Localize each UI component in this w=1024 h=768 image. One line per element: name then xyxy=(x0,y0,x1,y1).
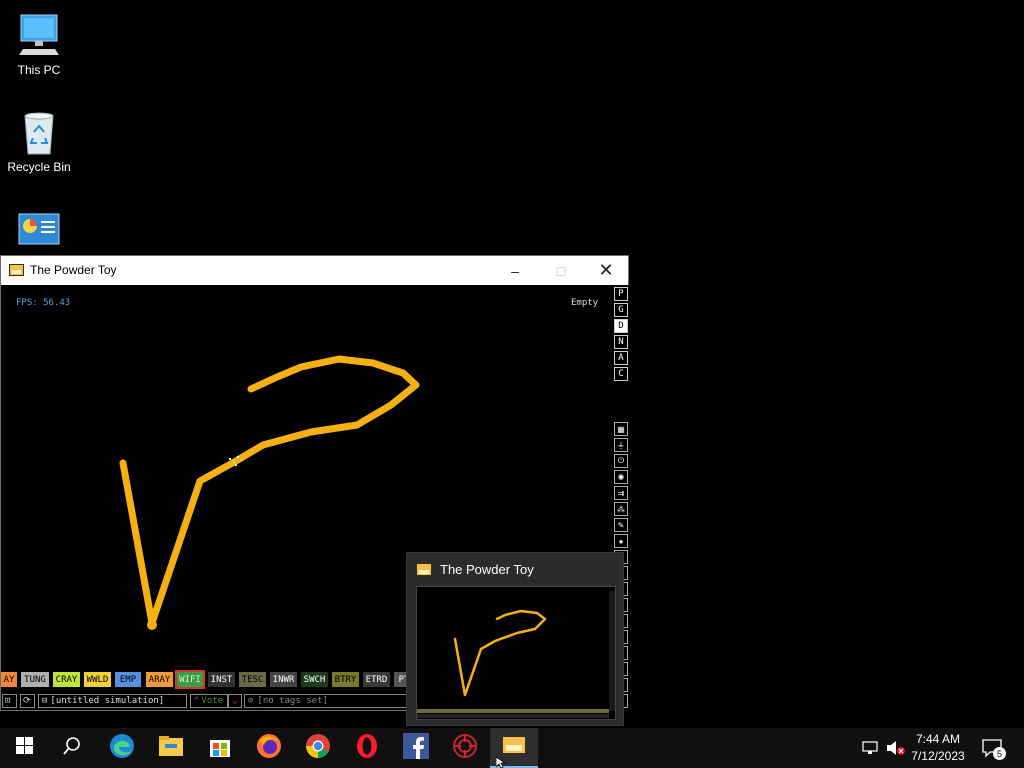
element-button-inwr[interactable]: INWR xyxy=(270,672,297,687)
element-button-emp[interactable]: EMP xyxy=(115,672,141,687)
mode-button-n[interactable]: N xyxy=(614,335,628,349)
network-icon[interactable] xyxy=(862,728,880,768)
taskbar-firefox[interactable] xyxy=(245,728,293,768)
facebook-icon xyxy=(403,732,429,764)
windows-logo-icon xyxy=(15,737,33,759)
clock-time: 7:44 AM xyxy=(915,732,961,746)
window-titlebar[interactable]: The Powder Toy – □ ✕ xyxy=(1,256,628,285)
mode-button-p[interactable]: P xyxy=(614,287,628,301)
mode-button-c[interactable]: C xyxy=(614,367,628,381)
taskbar-chrome[interactable] xyxy=(294,728,342,768)
vote-up-button[interactable]: ⌃ Vote xyxy=(190,694,228,708)
vote-down-button[interactable]: ⌄ xyxy=(228,694,242,708)
vote-label: Vote xyxy=(201,696,224,706)
app-red-icon xyxy=(452,733,478,764)
preview-thumbnail xyxy=(416,586,616,720)
desktop-icon-label: This PC xyxy=(17,63,61,77)
system-clock[interactable]: 7:44 AM 7/12/2023 xyxy=(905,731,971,765)
tags-text: [no tags set] xyxy=(257,696,328,706)
save-icon: ⊟ xyxy=(42,696,48,706)
mouse-cursor-icon xyxy=(496,757,507,768)
force-icon[interactable]: ⁂ xyxy=(614,502,628,516)
desktop-icon-this-pc[interactable]: This PC xyxy=(1,11,77,77)
mode-button-a[interactable]: A xyxy=(614,351,628,365)
power-icon[interactable]: ⏻ xyxy=(614,454,628,468)
element-button-wwld[interactable]: WWLD xyxy=(84,672,111,687)
mode-button-g[interactable]: G xyxy=(614,303,628,317)
element-button-btry[interactable]: BTRY xyxy=(332,672,359,687)
liquid-icon[interactable]: ● xyxy=(614,534,628,548)
save-name-field[interactable]: ⊟ [untitled simulation] xyxy=(38,694,187,708)
taskbar-facebook[interactable] xyxy=(392,728,440,768)
mode-button-d[interactable]: D xyxy=(614,319,628,333)
pen-icon[interactable]: ✎ xyxy=(614,518,628,532)
minimize-button[interactable]: – xyxy=(492,256,538,285)
element-button-wifi[interactable]: WIFI xyxy=(175,670,205,689)
taskbar-edge[interactable] xyxy=(98,728,146,768)
chrome-icon xyxy=(305,733,331,764)
volume-muted-icon[interactable] xyxy=(886,728,906,768)
desktop-icon-recycle-bin[interactable]: Recycle Bin xyxy=(1,108,77,174)
edge-icon xyxy=(109,733,135,764)
search-icon xyxy=(63,736,81,760)
start-button[interactable] xyxy=(0,728,48,768)
firefox-icon xyxy=(256,733,282,764)
taskbar-opera[interactable] xyxy=(343,728,391,768)
powder-toy-icon xyxy=(502,735,526,759)
desktop-icon-label: Recycle Bin xyxy=(7,160,71,174)
element-button-cray[interactable]: CRAY xyxy=(53,672,80,687)
element-button-inst[interactable]: INST xyxy=(208,672,235,687)
taskbar: 7:44 AM 7/12/2023 5 xyxy=(0,728,1024,768)
clock-date: 7/12/2023 xyxy=(911,749,965,763)
element-button-etrd[interactable]: ETRD xyxy=(363,672,390,687)
store-icon xyxy=(208,734,232,763)
explosive-icon[interactable]: ✺ xyxy=(614,470,628,484)
notification-center-button[interactable]: 5 xyxy=(982,728,1006,768)
close-button[interactable]: ✕ xyxy=(583,256,629,285)
element-button[interactable]: AY xyxy=(1,672,17,687)
powder-toy-icon xyxy=(9,264,24,276)
taskbar-file-explorer[interactable] xyxy=(147,728,195,768)
opera-icon xyxy=(355,733,379,764)
element-button-aray[interactable]: ARAY xyxy=(146,672,173,687)
taskbar-app-red[interactable] xyxy=(441,728,489,768)
recycle-bin-icon xyxy=(15,108,63,156)
save-name: [untitled simulation] xyxy=(50,696,165,706)
element-button-swch[interactable]: SWCH xyxy=(301,672,328,687)
powder-toy-icon xyxy=(416,563,432,576)
computer-icon xyxy=(15,11,63,59)
window-title: The Powder Toy xyxy=(30,263,117,277)
preview-title: The Powder Toy xyxy=(440,562,534,577)
element-button-tung[interactable]: TUNG xyxy=(21,672,49,687)
taskbar-thumbnail-preview[interactable]: The Powder Toy xyxy=(406,552,624,726)
open-save-icon[interactable]: ⊡ xyxy=(2,694,17,708)
thumb-up-icon: ⌃ xyxy=(194,696,200,706)
maximize-button[interactable]: □ xyxy=(538,256,584,285)
taskbar-search-button[interactable] xyxy=(48,728,96,768)
tags-field[interactable]: ⊘ [no tags set] xyxy=(244,694,409,708)
wall-icon[interactable]: ▦ xyxy=(614,422,628,436)
sensor-icon[interactable]: ⇉ xyxy=(614,486,628,500)
notification-count-badge: 5 xyxy=(993,747,1006,760)
element-button-tesc[interactable]: TESC xyxy=(239,672,266,687)
tag-icon: ⊘ xyxy=(248,696,254,706)
taskbar-store[interactable] xyxy=(196,728,244,768)
control-panel-icon xyxy=(15,212,63,260)
reload-icon[interactable]: ⟳ xyxy=(20,694,35,708)
file-explorer-icon xyxy=(159,735,183,761)
electronics-icon[interactable]: ⏚ xyxy=(614,438,628,452)
